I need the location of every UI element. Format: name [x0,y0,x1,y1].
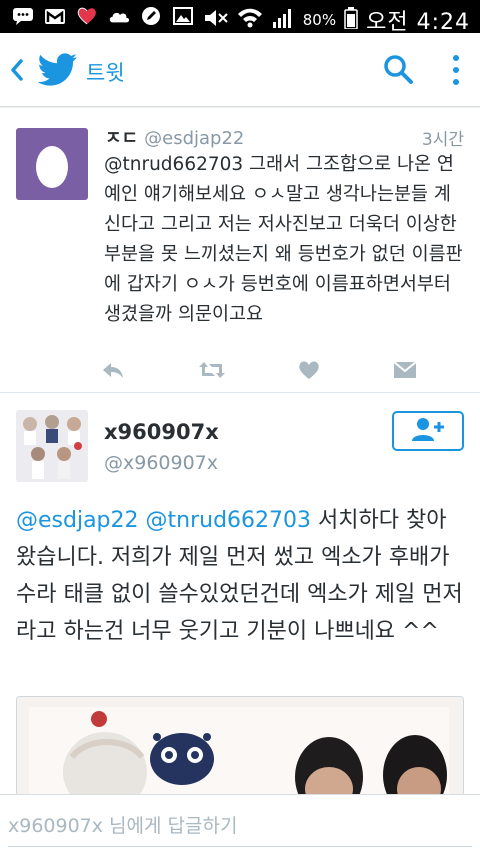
mention-link[interactable]: @esdjap22 [16,508,139,533]
main-tweet: x960907x @x960907x @esdjap22 @tnrud66270… [0,394,480,796]
user-handle[interactable]: @esdjap22 [144,128,244,149]
reply-tweet[interactable]: ㅈㄷ @esdjap22 3시간 @tnrud662703 그래서 그조합으로 나… [0,108,480,393]
status-bar: 80% 오전 4:24 [0,0,480,36]
twitter-bird-icon [37,53,78,87]
heart-app-icon [76,6,98,26]
more-vert-icon[interactable] [444,53,468,87]
app-bar: 트윗 [0,33,480,107]
system-status: 80% 오전 4:24 [203,4,470,36]
like-icon[interactable] [296,358,322,382]
follow-button[interactable] [392,411,464,451]
image-icon [172,6,194,26]
follow-user-icon [410,416,446,446]
clock: 오전 4:24 [366,10,470,35]
wifi-icon [237,7,263,34]
chat-icon [12,6,34,26]
gmail-icon [44,6,66,26]
mute-icon [203,8,229,33]
tweet-media-image[interactable] [16,696,464,796]
tweet-time: 3시간 [421,130,464,150]
notification-icons [12,6,194,26]
avatar[interactable] [16,410,88,482]
dm-icon[interactable] [392,358,418,382]
user-name[interactable]: x960907x [104,420,219,444]
tweet-actions [100,358,440,382]
reply-icon[interactable] [100,358,126,382]
page-title: 트윗 [86,61,125,85]
avatar[interactable] [16,128,88,200]
user-name[interactable]: ㅈㄷ [105,128,138,149]
retweet-icon[interactable] [198,358,225,382]
tweet-text: @esdjap22 @tnrud662703 서치하다 찾아왔습니다. 저희가 … [16,502,466,650]
battery-percent: 80% [302,11,337,29]
battery-icon [344,6,358,34]
back-icon[interactable] [6,55,28,85]
tweet-text: @tnrud662703 그래서 그조합으로 나온 연예인 얘기해보세요 ㅇㅅ말… [104,154,463,325]
mention-link[interactable]: @tnrud662703 [146,508,312,533]
search-icon[interactable] [382,53,414,85]
signal-icon [271,8,295,33]
tweet-header: ㅈㄷ @esdjap22 [105,124,244,150]
cloud-icon [108,6,130,26]
user-handle[interactable]: @x960907x [104,452,218,474]
reply-compose-bar[interactable]: x960907x 님에게 답글하기 [0,794,480,853]
reply-input-placeholder[interactable]: x960907x 님에게 답글하기 [8,811,237,838]
pen-icon [140,6,162,26]
input-underline [8,846,472,847]
